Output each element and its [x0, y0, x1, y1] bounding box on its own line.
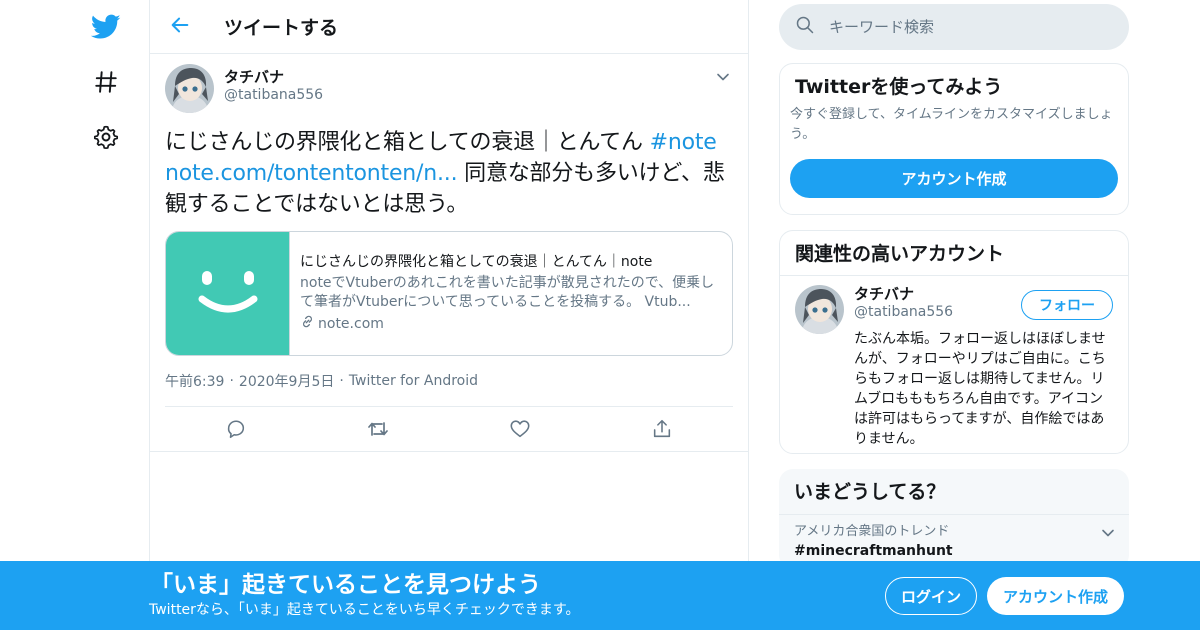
url-link[interactable]: note.com/tontentonten/n...	[165, 161, 458, 186]
chevron-down-icon	[716, 69, 730, 88]
heart-icon	[509, 418, 531, 444]
card-thumbnail	[166, 232, 290, 355]
search-icon	[795, 15, 815, 39]
related-account-bio: たぶん本垢。フォロー返しはほぼしませんが、フォローやリプはご自由に。こちらもフォ…	[854, 331, 1106, 447]
avatar[interactable]	[795, 285, 844, 334]
tweet-client[interactable]: Twitter for Android	[349, 373, 478, 389]
tweet-meta: 午前6:39 · 2020年9月5日 · Twitter for Android	[165, 371, 733, 391]
related-accounts-title: 関連性の高いアカウント	[795, 243, 1005, 265]
gear-icon[interactable]	[90, 121, 122, 153]
card-description: noteでVtuberのあれこれを書いた記事が散見されたので、便乗して筆者がVt…	[300, 274, 715, 310]
back-button[interactable]	[150, 0, 210, 54]
retweet-icon	[366, 418, 390, 444]
signup-bottom-bar: 「いま」起きていることを見つけよう Twitterなら、「いま」起きていることを…	[0, 561, 1200, 630]
page-title: ツイートする	[224, 17, 339, 39]
trends-title: いまどうしてる？	[779, 469, 1129, 515]
share-button[interactable]	[591, 418, 733, 444]
bottom-bar-title: 「いま」起きていることを見つけよう	[150, 572, 541, 598]
bottom-bar-subtitle: Twitterなら、「いま」起きていることをいち早くチェックできます。	[149, 602, 580, 618]
card-domain: note.com	[300, 314, 720, 335]
login-button[interactable]: ログイン	[885, 577, 977, 615]
try-twitter-title: Twitterを使ってみよう	[795, 76, 1003, 98]
divider	[150, 451, 748, 452]
left-nav-rail	[0, 0, 150, 630]
tweet-date[interactable]: 2020年9月5日	[239, 371, 334, 391]
share-icon	[651, 418, 673, 444]
tweet-menu-button[interactable]	[713, 68, 733, 88]
tweet-time[interactable]: 午前6:39	[165, 371, 224, 391]
hashtag-icon[interactable]	[90, 66, 122, 98]
right-sidebar: Twitterを使ってみよう 今すぐ登録して、タイムラインをカスタマイズしましょ…	[779, 0, 1129, 569]
author-handle[interactable]: @tatibana556	[224, 86, 323, 104]
like-button[interactable]	[449, 418, 591, 444]
tweet: タチバナ @tatibana556 にじさんじの界隈化と箱としての衰退｜とんてん…	[150, 54, 748, 455]
back-arrow-icon	[169, 14, 191, 40]
reply-button[interactable]	[165, 418, 307, 444]
signup-button[interactable]: アカウント作成	[987, 577, 1124, 615]
smiley-icon	[196, 265, 260, 323]
hashtag-link[interactable]: #note	[650, 130, 717, 155]
search-input[interactable]	[829, 18, 1109, 36]
trends-panel: いまどうしてる？ アメリカ合衆国のトレンド #minecraftmanhunt	[779, 469, 1129, 569]
twitter-logo-icon[interactable]	[90, 11, 122, 43]
tweet-text-part: にじさんじの界隈化と箱としての衰退｜とんてん	[165, 130, 650, 155]
author-display-name[interactable]: タチバナ	[224, 68, 323, 86]
tweet-text: にじさんじの界隈化と箱としての衰退｜とんてん #note note.com/to…	[165, 127, 725, 220]
card-title: にじさんじの界隈化と箱としての衰退｜とんてん｜note	[300, 253, 653, 270]
main-header: ツイートする	[150, 0, 748, 54]
reply-icon	[225, 418, 247, 444]
follow-button[interactable]: フォロー	[1021, 290, 1113, 320]
tweet-author: タチバナ @tatibana556	[165, 64, 733, 113]
retweet-button[interactable]	[307, 418, 449, 444]
trend-context: アメリカ合衆国のトレンド	[794, 524, 950, 539]
meta-separator: ·	[229, 373, 234, 389]
related-account[interactable]: タチバナ @tatibana556 たぶん本垢。フォロー返しはほぼしませんが、フ…	[780, 276, 1128, 453]
chevron-down-icon[interactable]	[1101, 525, 1115, 544]
trend-name[interactable]: #minecraftmanhunt	[794, 541, 1114, 561]
try-twitter-description: 今すぐ登録して、タイムラインをカスタマイズしましょう。	[790, 107, 1113, 142]
create-account-button[interactable]: アカウント作成	[790, 159, 1118, 198]
link-card[interactable]: にじさんじの界隈化と箱としての衰退｜とんてん｜note noteでVtuberの…	[165, 231, 733, 356]
main-column: ツイートする タチバナ @tatibana556 にじさんじの界隈化と箱としての…	[149, 0, 749, 630]
meta-separator: ·	[339, 373, 344, 389]
related-accounts-panel: 関連性の高いアカウント タチバナ @tatibana556 たぶん本垢。フォロー…	[779, 230, 1129, 454]
card-domain-text: note.com	[318, 315, 384, 332]
link-icon	[300, 314, 318, 335]
tweet-actions	[165, 406, 733, 455]
try-twitter-panel: Twitterを使ってみよう 今すぐ登録して、タイムラインをカスタマイズしましょ…	[779, 63, 1129, 215]
avatar[interactable]	[165, 64, 214, 113]
search-box[interactable]	[779, 4, 1129, 50]
